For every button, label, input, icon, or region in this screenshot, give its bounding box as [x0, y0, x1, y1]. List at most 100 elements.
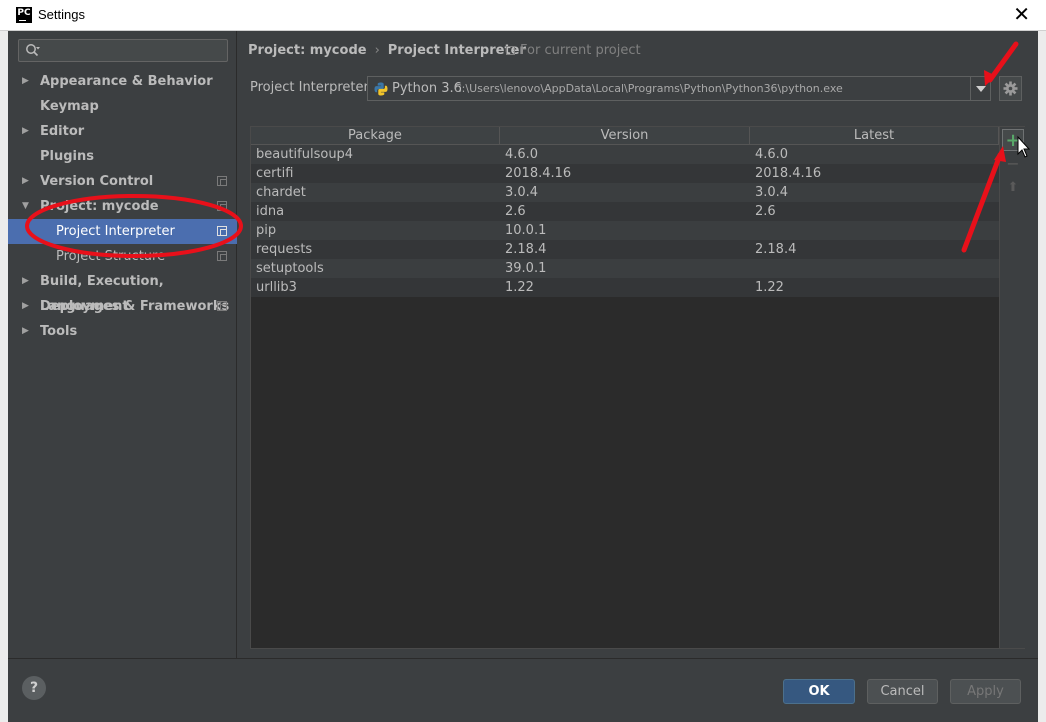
sidebar-item-label: Keymap [40, 99, 99, 114]
settings-tree: ▶ Appearance & Behavior Keymap ▶ Editor Plugi… [8, 69, 237, 344]
packages-table-body: beautifulsoup4 4.6.0 4.6.0 certifi 2018.4.16… [251, 145, 999, 297]
python-icon [374, 82, 388, 96]
package-name-cell: idna [256, 204, 285, 219]
interpreter-label: Project Interpreter: [250, 80, 374, 95]
sidebar-item-plugins[interactable]: Plugins [8, 144, 237, 169]
interpreter-path: C:\Users\lenovo\AppData\Local\Programs\P… [454, 82, 843, 95]
expand-arrow-icon[interactable]: ▶ [22, 169, 29, 194]
table-row[interactable]: beautifulsoup4 4.6.0 4.6.0 [251, 145, 999, 164]
package-version-cell: 2.6 [505, 204, 526, 219]
sidebar-item-label: Appearance & Behavior [40, 74, 213, 89]
table-row[interactable]: pip 10.0.1 [251, 221, 999, 240]
project-scope-icon [217, 226, 227, 236]
package-latest-cell [750, 259, 999, 278]
expand-arrow-icon[interactable]: ▶ [22, 69, 29, 94]
table-row[interactable]: idna 2.6 2.6 [251, 202, 999, 221]
pycharm-logo-icon: PC [16, 7, 32, 23]
package-name-cell: certifi [256, 166, 294, 181]
table-row[interactable]: certifi 2018.4.16 2018.4.16 [251, 164, 999, 183]
package-latest-cell: 3.0.4 [755, 185, 789, 200]
sidebar-item-tools[interactable]: ▶ Tools [8, 319, 237, 344]
expand-arrow-icon[interactable]: ▶ [22, 119, 29, 144]
package-latest-cell: 1.22 [755, 280, 784, 295]
sidebar-item-languages-frameworks[interactable]: ▶ Languages & Frameworks [8, 294, 237, 319]
package-latest-cell: 2018.4.16 [755, 166, 822, 181]
window-title: Settings [38, 7, 85, 22]
help-button[interactable]: ? [22, 676, 46, 700]
sidebar-item-label: Editor [40, 124, 85, 139]
apply-button[interactable]: Apply [950, 679, 1021, 704]
uninstall-package-button[interactable]: − [1002, 153, 1024, 175]
column-header-package[interactable]: Package [251, 127, 500, 145]
packages-table: Package Version Latest beautifulsoup4 4.6… [250, 126, 1025, 649]
project-scope-icon [506, 46, 515, 55]
interpreter-name: Python 3.6 [392, 81, 462, 96]
sidebar-item-project-interpreter[interactable]: Project Interpreter [8, 219, 237, 244]
package-version-cell: 2018.4.16 [505, 166, 572, 181]
packages-toolbar: + − ⬆ [999, 127, 1025, 648]
project-scope-icon [217, 201, 227, 211]
gear-icon [1003, 81, 1018, 96]
sidebar-item-keymap[interactable]: Keymap [8, 94, 237, 119]
title-bar: PC Settings ✕ [0, 0, 1046, 31]
settings-sidebar: ▶ Appearance & Behavior Keymap ▶ Editor Plugi… [8, 31, 237, 658]
table-row[interactable]: chardet 3.0.4 3.0.4 [251, 183, 999, 202]
project-scope-icon [217, 251, 227, 261]
install-package-button[interactable]: + [1002, 129, 1024, 151]
table-row[interactable]: urllib3 1.22 1.22 [251, 278, 999, 297]
package-name-cell: requests [256, 242, 313, 257]
project-scope-icon [217, 176, 227, 186]
interpreter-settings-button[interactable] [999, 76, 1022, 101]
project-scope-icon [217, 301, 227, 311]
close-window-button[interactable]: ✕ [1013, 3, 1030, 25]
sidebar-item-version-control[interactable]: ▶ Version Control [8, 169, 237, 194]
expand-arrow-icon[interactable]: ▶ [22, 319, 29, 344]
background-window-strip [0, 31, 8, 722]
sidebar-item-label: Tools [40, 324, 78, 339]
expand-arrow-icon[interactable]: ▶ [22, 294, 29, 319]
scope-hint: For current project [506, 43, 641, 58]
background-window-strip-right [1038, 31, 1046, 722]
table-row[interactable]: requests 2.18.4 2.18.4 [251, 240, 999, 259]
breadcrumb-parent[interactable]: Project: mycode [248, 43, 367, 58]
expand-arrow-icon[interactable]: ▶ [22, 269, 29, 294]
collapse-arrow-icon[interactable]: ▼ [22, 194, 29, 219]
upgrade-package-button[interactable]: ⬆ [1002, 177, 1024, 199]
package-name-cell: beautifulsoup4 [256, 147, 354, 162]
sidebar-item-project-structure[interactable]: Project Structure [8, 244, 237, 269]
interpreter-dropdown-button[interactable] [970, 77, 990, 100]
package-latest-cell [750, 221, 999, 240]
package-name-cell: pip [256, 223, 277, 238]
sidebar-item-label: Project Structure [56, 249, 166, 264]
cancel-button[interactable]: Cancel [867, 679, 938, 704]
sidebar-item-build-execution-deployment[interactable]: ▶ Build, Execution, Deployment [8, 269, 237, 314]
dialog-footer: ? OK Cancel Apply [8, 658, 1038, 722]
search-icon [26, 44, 40, 57]
package-name-cell: chardet [256, 185, 306, 200]
sidebar-item-editor[interactable]: ▶ Editor [8, 119, 237, 144]
package-name-cell: setuptools [256, 261, 324, 276]
package-version-cell: 39.0.1 [505, 261, 547, 276]
interpreter-select[interactable]: Python 3.6 C:\Users\lenovo\AppData\Local… [367, 76, 991, 101]
project-interpreter-panel: Project: mycode › Project Interpreter For … [238, 31, 1038, 658]
package-latest-cell: 4.6.0 [755, 147, 789, 162]
sidebar-item-label: Version Control [40, 174, 154, 189]
package-version-cell: 2.18.4 [505, 242, 547, 257]
packages-table-header: Package Version Latest [251, 127, 999, 145]
sidebar-item-label: Project: mycode [40, 199, 159, 214]
sidebar-item-appearance-behavior[interactable]: ▶ Appearance & Behavior [8, 69, 237, 94]
package-name-cell: urllib3 [256, 280, 297, 295]
breadcrumb: Project: mycode › Project Interpreter [248, 43, 526, 58]
package-version-cell: 4.6.0 [505, 147, 539, 162]
package-version-cell: 3.0.4 [505, 185, 539, 200]
package-latest-cell: 2.18.4 [755, 242, 797, 257]
column-header-latest[interactable]: Latest [750, 127, 999, 145]
settings-window: PC Settings ✕ ▶ Appearance & Behavior Keym… [0, 0, 1046, 722]
sidebar-item-project-mycode[interactable]: ▼ Project: mycode [8, 194, 237, 219]
column-header-version[interactable]: Version [500, 127, 750, 145]
settings-search-input[interactable] [18, 39, 228, 62]
breadcrumb-separator: › [374, 43, 380, 58]
table-row[interactable]: setuptools 39.0.1 [251, 259, 999, 278]
ok-button[interactable]: OK [783, 679, 855, 704]
sidebar-item-label: Project Interpreter [56, 224, 175, 239]
